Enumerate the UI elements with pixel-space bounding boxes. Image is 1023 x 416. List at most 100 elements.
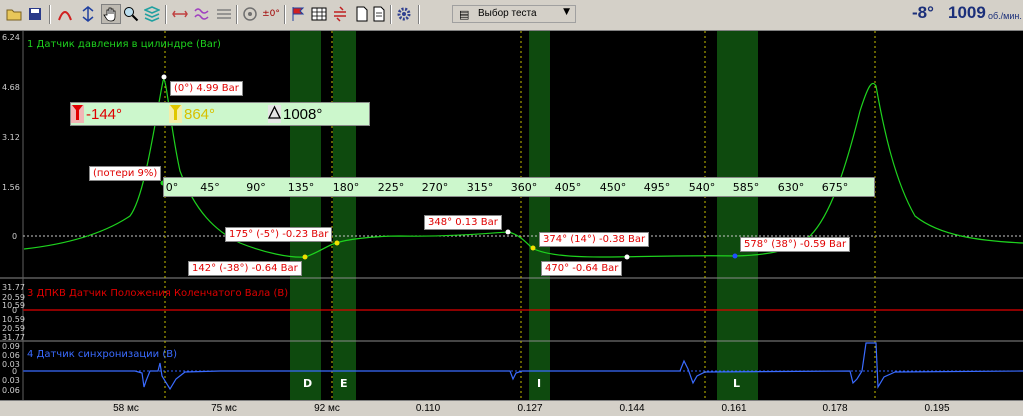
rpm-unit: об./мин.: [988, 11, 1022, 21]
toolbar-separator: [390, 5, 392, 24]
pressure-channel-title[interactable]: 1 Датчик давления в цилиндре (Bar): [27, 39, 221, 50]
pressure-y-label: 6.24: [2, 33, 20, 42]
pressure-y-label: 1.56: [2, 183, 20, 192]
toolbar-separator: [418, 5, 420, 24]
delta-icon: [268, 105, 281, 123]
point-label-348: 348° 0.13 Bar: [424, 215, 502, 230]
yellow-cursor-readout[interactable]: 864°: [169, 103, 215, 125]
toolbar-separator: [236, 5, 238, 24]
toolbar-separator: [165, 5, 167, 24]
rpm-readout: 1009: [948, 3, 986, 22]
zoom-in-icon[interactable]: [121, 4, 141, 24]
red-cursor-readout[interactable]: -144°: [71, 103, 122, 125]
sync-y-label: 0.03: [2, 376, 20, 385]
crank-angle-readout: -8°: [912, 3, 934, 22]
toolbar-separator: [49, 5, 51, 24]
test-select-label: Выбор теста: [478, 8, 537, 19]
layers-icon[interactable]: [142, 4, 162, 24]
chevron-down-icon: ▼: [563, 7, 570, 17]
loss-label: (потери 9%): [89, 166, 162, 181]
degree-tick: 630°: [777, 181, 805, 194]
flag-icon[interactable]: [288, 4, 308, 24]
sync-y-label: 0.06: [2, 386, 20, 395]
plot-canvas: [0, 31, 1023, 400]
sync-zone-I: [529, 31, 550, 400]
point-marker-348: [505, 229, 511, 235]
toolbar: ±0° ▤ Выбор теста ▼ -8° 1009 об./мин.: [0, 0, 1023, 31]
degree-tick: 0°: [165, 181, 179, 194]
cursor-measure-icon[interactable]: [55, 4, 75, 24]
wheel-icon[interactable]: [240, 4, 260, 24]
hand-pan-icon[interactable]: [101, 4, 121, 24]
table-icon[interactable]: [309, 4, 329, 24]
yellow-cursor-value: 864°: [184, 105, 216, 123]
save-disk-icon[interactable]: [25, 4, 45, 24]
degree-tick: 135°: [287, 181, 315, 194]
time-tick: 0.161: [721, 403, 747, 414]
degree-tick: 585°: [732, 181, 760, 194]
degree-icon[interactable]: ±0°: [261, 4, 281, 24]
point-marker-470: [624, 254, 630, 260]
time-tick: 0.195: [924, 403, 950, 414]
delta-readout: 1008°: [268, 103, 322, 125]
pressure-y-label: 0: [12, 232, 18, 241]
sync-zone-E: [333, 31, 356, 400]
peak-marker: [161, 74, 167, 80]
time-tick: 92 мс: [314, 403, 340, 414]
degree-tick: 90°: [246, 181, 266, 194]
point-label-578: 578° (38°) -0.59 Bar: [740, 237, 851, 252]
oscilloscope-window: ±0° ▤ Выбор теста ▼ -8° 1009 об./мин. 6.…: [0, 0, 1023, 416]
sync-channel-title[interactable]: 4 Датчик синхронизации (В): [27, 349, 177, 360]
degree-tick: 405°: [554, 181, 582, 194]
document-icon[interactable]: [369, 4, 389, 24]
dpkv-y-label: 0: [12, 306, 18, 315]
sync-y-label: 0.09: [2, 342, 20, 351]
point-marker-374: [530, 245, 536, 251]
sync-zone-D: [290, 31, 321, 400]
pressure-y-label: 4.68: [2, 83, 20, 92]
degree-tick: 675°: [821, 181, 849, 194]
cursor-readout-bar[interactable]: -144° 864° 1008°: [70, 102, 370, 126]
open-folder-icon[interactable]: [4, 4, 24, 24]
degree-tick: 225°: [377, 181, 405, 194]
oscillogram-plot[interactable]: 6.24 4.68 3.12 1.56 0 31.77 20.59 10.59 …: [0, 31, 1023, 400]
degree-tick: 495°: [643, 181, 671, 194]
resize-icon[interactable]: [78, 4, 98, 24]
point-marker-175: [334, 240, 340, 246]
sync-y-label: 0.06: [2, 351, 20, 360]
stretch-icon[interactable]: [170, 4, 190, 24]
degree-tick: 45°: [200, 181, 220, 194]
time-axis: 58 мс 75 мс 92 мс 0.110 0.127 0.144 0.16…: [0, 400, 1023, 416]
dpkv-channel-title[interactable]: 3 ДПКВ Датчик Положения Коленчатого Вала…: [27, 288, 288, 299]
point-label-175: 175° (-5°) -0.23 Bar: [225, 227, 333, 242]
dpkv-y-label: 31.77: [2, 283, 25, 292]
sync-y-label: 0: [12, 367, 18, 376]
degree-tick: 360°: [510, 181, 538, 194]
peak-label: (0°) 4.99 Bar: [170, 81, 243, 96]
time-tick: 75 мс: [211, 403, 237, 414]
degree-tick: 540°: [688, 181, 716, 194]
zone-label-I: I: [537, 377, 542, 390]
zone-label-L: L: [733, 377, 741, 390]
time-tick: 0.178: [822, 403, 848, 414]
pressure-y-label: 3.12: [2, 133, 20, 142]
toolbar-separator: [284, 5, 286, 24]
time-tick: 0.110: [415, 403, 441, 414]
dpkv-y-label: 10.59: [2, 315, 25, 324]
sync-zone-L: [717, 31, 758, 400]
sync-y-label: 0.03: [2, 360, 20, 369]
delta-value: 1008°: [283, 105, 323, 123]
time-tick: 0.144: [619, 403, 645, 414]
zone-label-E: E: [340, 377, 348, 390]
point-label-470: 470° -0.64 Bar: [541, 261, 623, 276]
red-cursor-icon: [71, 105, 84, 123]
stats-icon[interactable]: [214, 4, 234, 24]
point-label-142: 142° (-38°) -0.64 Bar: [188, 261, 302, 276]
time-grid: [164, 31, 876, 400]
degree-tick: 315°: [466, 181, 494, 194]
gear-icon[interactable]: [394, 4, 414, 24]
waves-icon[interactable]: [192, 4, 212, 24]
sync-icon[interactable]: [330, 4, 350, 24]
test-select-dropdown[interactable]: ▤ Выбор теста ▼: [452, 5, 576, 23]
time-tick: 58 мс: [113, 403, 139, 414]
